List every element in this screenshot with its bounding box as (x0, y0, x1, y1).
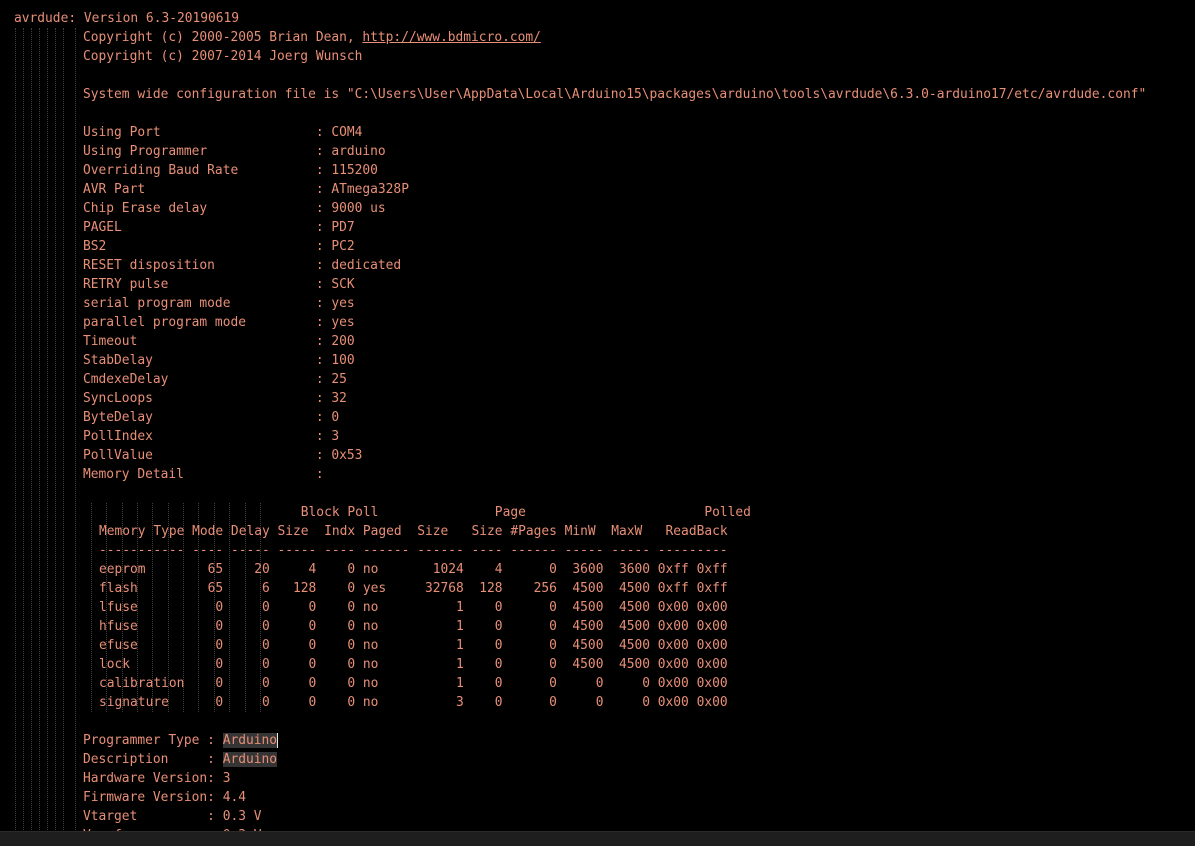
setting-line: RESET disposition : dedicated (83, 258, 402, 273)
programmer-type-label: Programmer Type : (83, 733, 223, 748)
table-row: calibration 0 0 0 0 no 1 0 0 0 0 0x00 0x… (99, 676, 728, 691)
programmer-type-value[interactable]: Arduino (222, 733, 278, 748)
config-file-line: System wide configuration file is "C:\Us… (83, 87, 1147, 102)
setting-line: PollIndex : 3 (83, 429, 340, 444)
setting-line: CmdexeDelay : 25 (83, 372, 347, 387)
description-line: Description : Arduino (83, 750, 278, 769)
setting-line: PollValue : 0x53 (83, 448, 363, 463)
table-row: lock 0 0 0 0 no 1 0 0 4500 4500 0x00 0x0… (99, 657, 728, 672)
table-row: hfuse 0 0 0 0 no 1 0 0 4500 4500 0x00 0x… (99, 619, 728, 634)
indent-guide (15, 28, 16, 846)
indent-guide (91, 503, 92, 712)
setting-line: ByteDelay : 0 (83, 410, 340, 425)
setting-line: Timeout : 200 (83, 334, 355, 349)
indent-guide (47, 28, 48, 846)
setting-line: StabDelay : 100 (83, 353, 355, 368)
setting-line: AVR Part : ATmega328P (83, 182, 409, 197)
hardware-version-line: Hardware Version: 3 (83, 771, 231, 786)
setting-line: SyncLoops : 32 (83, 391, 347, 406)
version-line: avrdude: Version 6.3-20190619 (14, 11, 240, 26)
indent-guide (23, 28, 24, 846)
setting-line: Chip Erase delay : 9000 us (83, 201, 386, 216)
table-row: lfuse 0 0 0 0 no 1 0 0 4500 4500 0x00 0x… (99, 600, 728, 615)
table-row: signature 0 0 0 0 no 3 0 0 0 0 0x00 0x00 (99, 695, 728, 710)
setting-line: Overriding Baud Rate : 115200 (83, 163, 378, 178)
setting-line: Using Port : COM4 (83, 125, 363, 140)
indent-guide (63, 28, 64, 846)
table-row: efuse 0 0 0 0 no 1 0 0 4500 4500 0x00 0x… (99, 638, 728, 653)
copyright-line: Copyright (c) 2000-2005 Brian Dean, http… (83, 28, 541, 47)
memory-table-separator: ----------- ---- ----- ----- ---- ------… (99, 543, 728, 558)
description-label: Description : (83, 752, 223, 767)
indent-guide (39, 28, 40, 846)
setting-line: PAGEL : PD7 (83, 220, 355, 235)
setting-line: RETRY pulse : SCK (83, 277, 355, 292)
table-row: flash 65 6 128 0 yes 32768 128 256 4500 … (99, 581, 728, 596)
indent-guide (75, 28, 76, 846)
memory-table-header: Memory Type Mode Delay Size Indx Paged S… (99, 524, 728, 539)
bdmicro-link[interactable]: http://www.bdmicro.com/ (362, 30, 541, 45)
programmer-type-line: Programmer Type : Arduino (83, 731, 279, 750)
indent-guide (31, 28, 32, 846)
firmware-version-line: Firmware Version: 4.4 (83, 790, 246, 805)
memory-table-header: Block Poll Page Polled (99, 505, 751, 520)
table-row: eeprom 65 20 4 0 no 1024 4 0 3600 3600 0… (99, 562, 728, 577)
setting-line: BS2 : PC2 (83, 239, 355, 254)
setting-line: serial program mode : yes (83, 296, 355, 311)
setting-line: Using Programmer : arduino (83, 144, 386, 159)
text-cursor (277, 733, 279, 748)
copyright-line: Copyright (c) 2007-2014 Joerg Wunsch (83, 49, 363, 64)
indent-guide (55, 28, 56, 846)
description-value[interactable]: Arduino (222, 752, 278, 767)
setting-line: parallel program mode : yes (83, 315, 355, 330)
copyright-text: Copyright (c) 2000-2005 Brian Dean, (83, 30, 363, 45)
setting-line: Memory Detail : (83, 467, 324, 482)
status-bar (0, 831, 1195, 846)
vtarget-line: Vtarget : 0.3 V (83, 809, 262, 824)
serial-output-console[interactable]: avrdude: Version 6.3-20190619 Copyright … (0, 0, 1195, 846)
